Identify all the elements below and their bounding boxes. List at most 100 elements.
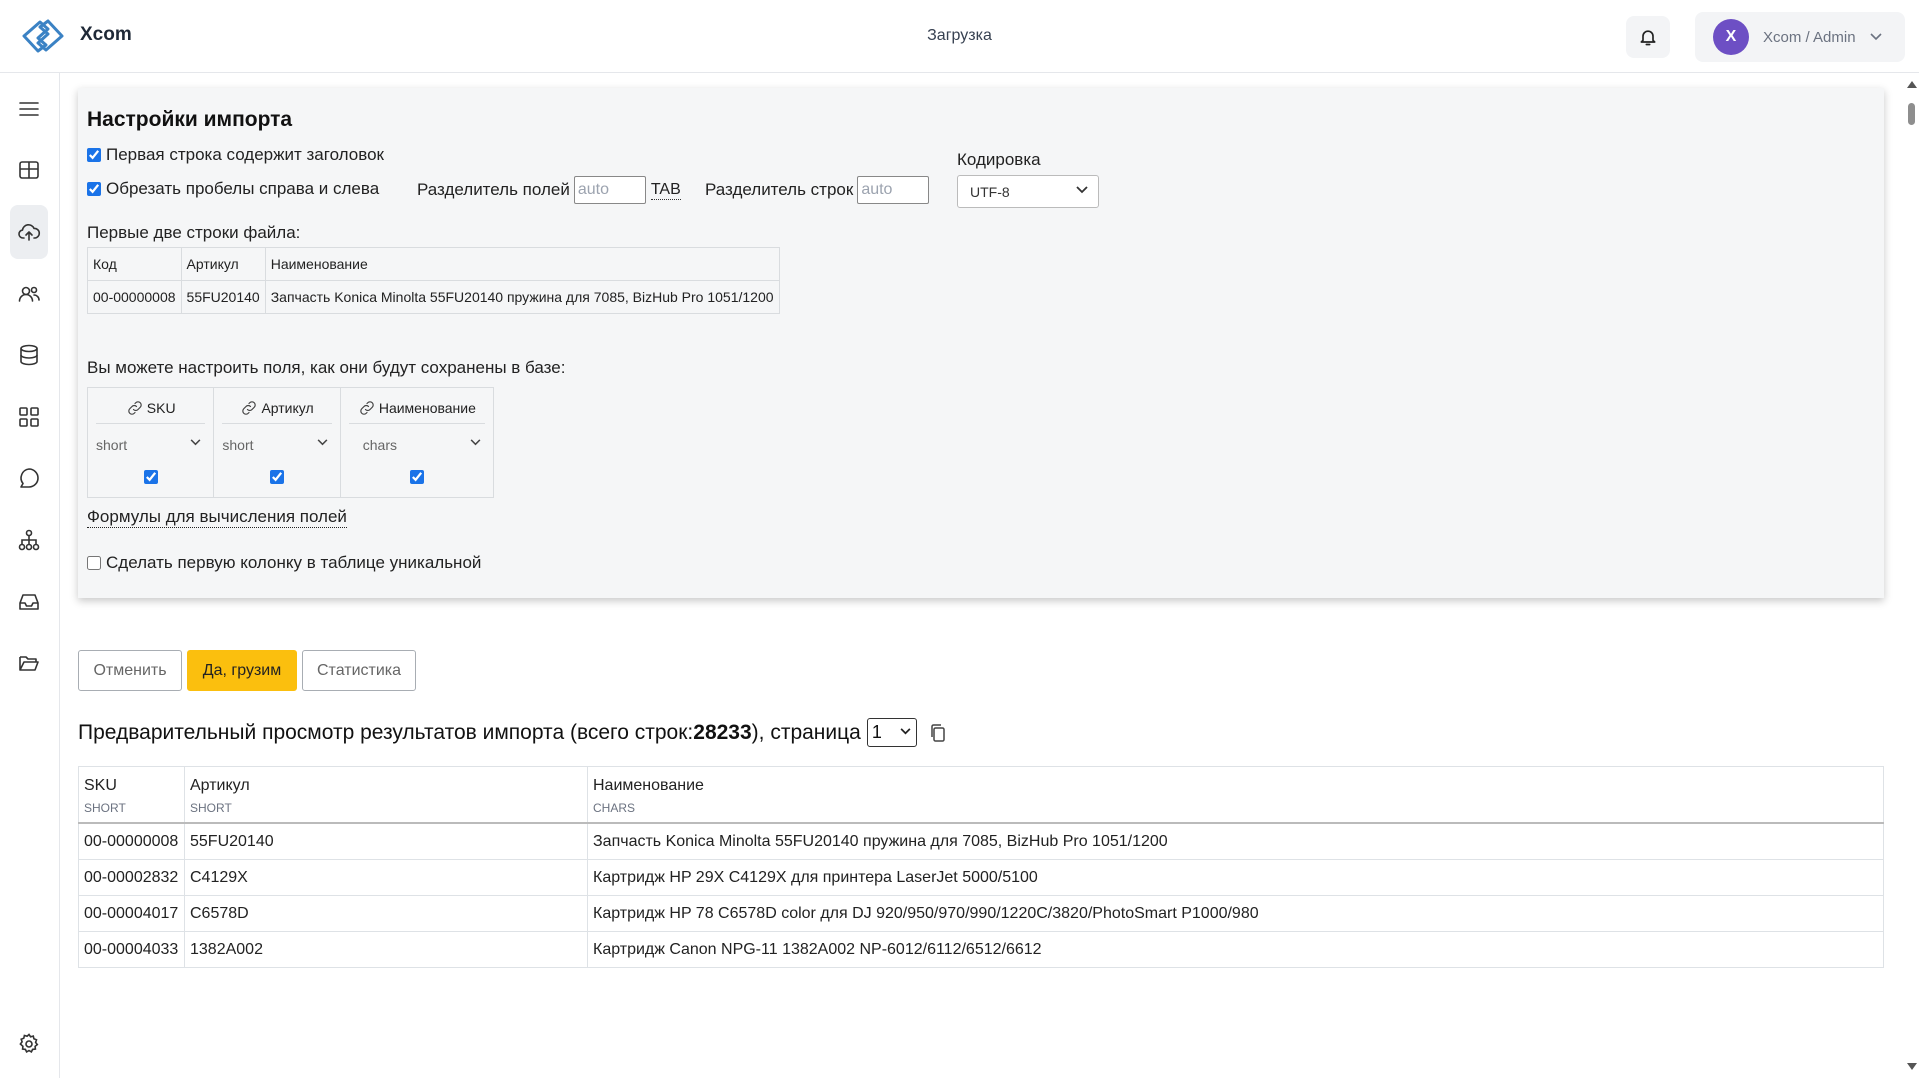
avatar: X bbox=[1713, 19, 1749, 55]
encoding-value: UTF-8 bbox=[970, 183, 1010, 200]
sidebar-item-dashboard[interactable] bbox=[10, 143, 48, 197]
preview-title-suffix: ), страница bbox=[751, 720, 861, 744]
sidebar-item-menu[interactable] bbox=[10, 82, 48, 136]
menu-icon bbox=[19, 102, 39, 116]
column-type: SHORT bbox=[190, 801, 232, 815]
table-cell: Картридж Canon NPG-11 1382A002 NP-6012/6… bbox=[587, 931, 1884, 968]
page-select-value: 1 bbox=[871, 722, 882, 742]
column-type: SHORT bbox=[84, 801, 126, 815]
column-header-name[interactable]: Наименование CHARS bbox=[587, 766, 1884, 824]
scroll-down-arrow-icon[interactable] bbox=[1907, 1063, 1917, 1070]
sidebar-item-database[interactable] bbox=[10, 328, 48, 382]
mapping-type-select[interactable]: short bbox=[222, 428, 331, 462]
row-separator-label: Разделитель строк bbox=[705, 180, 854, 199]
field-separator-input[interactable] bbox=[573, 176, 646, 204]
page-select[interactable]: 1 bbox=[866, 718, 917, 747]
trim-spaces-option[interactable]: Обрезать пробелы справа и слева bbox=[87, 179, 379, 199]
mapping-enabled-checkbox[interactable] bbox=[409, 470, 424, 484]
chevron-down-icon bbox=[900, 728, 911, 735]
chevron-down-icon bbox=[317, 439, 328, 446]
scroll-up-arrow-icon[interactable] bbox=[1907, 81, 1917, 88]
mapping-header[interactable]: SKU bbox=[96, 392, 206, 424]
sidebar bbox=[0, 73, 60, 1078]
encoding-select[interactable]: UTF-8 bbox=[957, 175, 1099, 208]
sample-label: Первые две строки файла: bbox=[87, 223, 301, 242]
column-header-article[interactable]: Артикул SHORT bbox=[184, 766, 588, 824]
mapping-header[interactable]: Артикул bbox=[222, 392, 332, 424]
row-separator-group: Разделитель строк bbox=[705, 176, 930, 204]
copy-icon[interactable] bbox=[929, 723, 947, 743]
table-cell: Наименование bbox=[264, 247, 780, 281]
first-row-header-option[interactable]: Первая строка содержит заголовок bbox=[87, 145, 384, 165]
notifications-button[interactable] bbox=[1626, 16, 1670, 58]
table-row: 00-00000008 55FU20140 Запчасть Konica Mi… bbox=[87, 280, 780, 314]
scrollbar-thumb[interactable] bbox=[1908, 103, 1915, 125]
column-name: Наименование bbox=[593, 777, 704, 794]
field-mapping: SKU short Артикул short Наименование cha… bbox=[87, 387, 494, 498]
cancel-button[interactable]: Отменить bbox=[78, 650, 182, 691]
total-rows-count: 28233 bbox=[693, 720, 752, 744]
formulas-link[interactable]: Формулы для вычисления полей bbox=[87, 507, 347, 528]
table-cell: Картридж HP 78 C6578D color для DJ 920/9… bbox=[587, 895, 1884, 932]
row-separator-input[interactable] bbox=[857, 176, 930, 204]
sidebar-item-apps[interactable] bbox=[10, 390, 48, 444]
preview-table: SKU SHORT Артикул SHORT Наименование CHARS … bbox=[78, 766, 1884, 968]
link-icon bbox=[128, 400, 142, 415]
statistics-button[interactable]: Статистика bbox=[302, 650, 416, 691]
table-cell: 00-00002832 bbox=[78, 859, 185, 896]
table-row: 00-00002832 C4129X Картридж HP 29X C4129… bbox=[78, 859, 1884, 896]
table-row: Код Артикул Наименование bbox=[87, 247, 780, 281]
mapping-type-value: chars bbox=[362, 437, 397, 453]
chevron-down-icon bbox=[190, 439, 201, 446]
sidebar-item-settings[interactable] bbox=[10, 1017, 48, 1071]
column-name: SKU bbox=[84, 777, 117, 794]
table-cell: 00-00000008 bbox=[78, 822, 185, 860]
table-cell: C4129X bbox=[184, 859, 588, 896]
mapping-field-name: Артикул bbox=[261, 399, 314, 416]
gear-icon bbox=[19, 1033, 39, 1054]
sidebar-item-folder[interactable] bbox=[10, 636, 48, 690]
upload-cloud-icon bbox=[18, 224, 41, 241]
mapping-type-select[interactable]: short bbox=[96, 428, 205, 462]
sidebar-item-inbox[interactable] bbox=[10, 575, 48, 629]
top-bar: Xcom Загрузка X Xcom / Admin bbox=[0, 0, 1919, 73]
users-icon bbox=[18, 286, 40, 302]
dashboard-icon bbox=[19, 161, 39, 179]
confirm-import-button[interactable]: Да, грузим bbox=[187, 650, 297, 691]
inbox-icon bbox=[19, 594, 39, 610]
user-name: Xcom / Admin bbox=[1763, 28, 1856, 46]
hierarchy-icon bbox=[18, 529, 40, 551]
mapping-label: Вы можете настроить поля, как они будут … bbox=[87, 358, 566, 377]
unique-first-column-checkbox[interactable] bbox=[87, 556, 101, 570]
mapping-header[interactable]: Наименование bbox=[348, 392, 485, 424]
sidebar-item-hierarchy[interactable] bbox=[10, 513, 48, 567]
user-menu-button[interactable]: X Xcom / Admin bbox=[1695, 12, 1905, 62]
brand-name[interactable]: Xcom bbox=[80, 24, 132, 46]
mapping-column-sku: SKU short bbox=[88, 388, 215, 497]
mapping-type-select[interactable]: chars bbox=[349, 428, 485, 462]
preview-title-prefix: Предварительный просмотр результатов имп… bbox=[78, 720, 694, 744]
column-type: CHARS bbox=[593, 801, 636, 815]
column-header-sku[interactable]: SKU SHORT bbox=[78, 766, 185, 824]
field-separator-hint[interactable]: TAB bbox=[650, 181, 681, 200]
bell-icon bbox=[1640, 30, 1656, 46]
table-cell: Запчасть Konica Minolta 55FU20140 пружин… bbox=[587, 822, 1884, 860]
trim-spaces-checkbox[interactable] bbox=[87, 182, 101, 196]
table-cell: Код bbox=[87, 247, 182, 281]
table-cell: C6578D bbox=[184, 895, 588, 932]
first-row-header-checkbox[interactable] bbox=[87, 148, 101, 162]
sidebar-item-users[interactable] bbox=[10, 267, 48, 321]
table-row: 00-00004033 1382A002 Картридж Canon NPG-… bbox=[78, 931, 1884, 968]
xcom-logo-icon[interactable] bbox=[20, 18, 66, 54]
table-row: 00-00004017 C6578D Картридж HP 78 C6578D… bbox=[78, 895, 1884, 932]
table-cell: 00-00004033 bbox=[78, 931, 185, 968]
mapping-column-article: Артикул short bbox=[214, 388, 341, 497]
vertical-scrollbar[interactable] bbox=[1903, 73, 1919, 1078]
mapping-enabled-checkbox[interactable] bbox=[270, 470, 285, 484]
unique-first-column-option[interactable]: Сделать первую колонку в таблице уникаль… bbox=[87, 553, 481, 573]
mapping-field-name: SKU bbox=[146, 399, 176, 416]
link-icon bbox=[242, 400, 257, 415]
sidebar-item-upload[interactable] bbox=[10, 205, 48, 259]
mapping-enabled-checkbox[interactable] bbox=[143, 470, 158, 484]
sidebar-item-chat[interactable] bbox=[10, 451, 48, 505]
